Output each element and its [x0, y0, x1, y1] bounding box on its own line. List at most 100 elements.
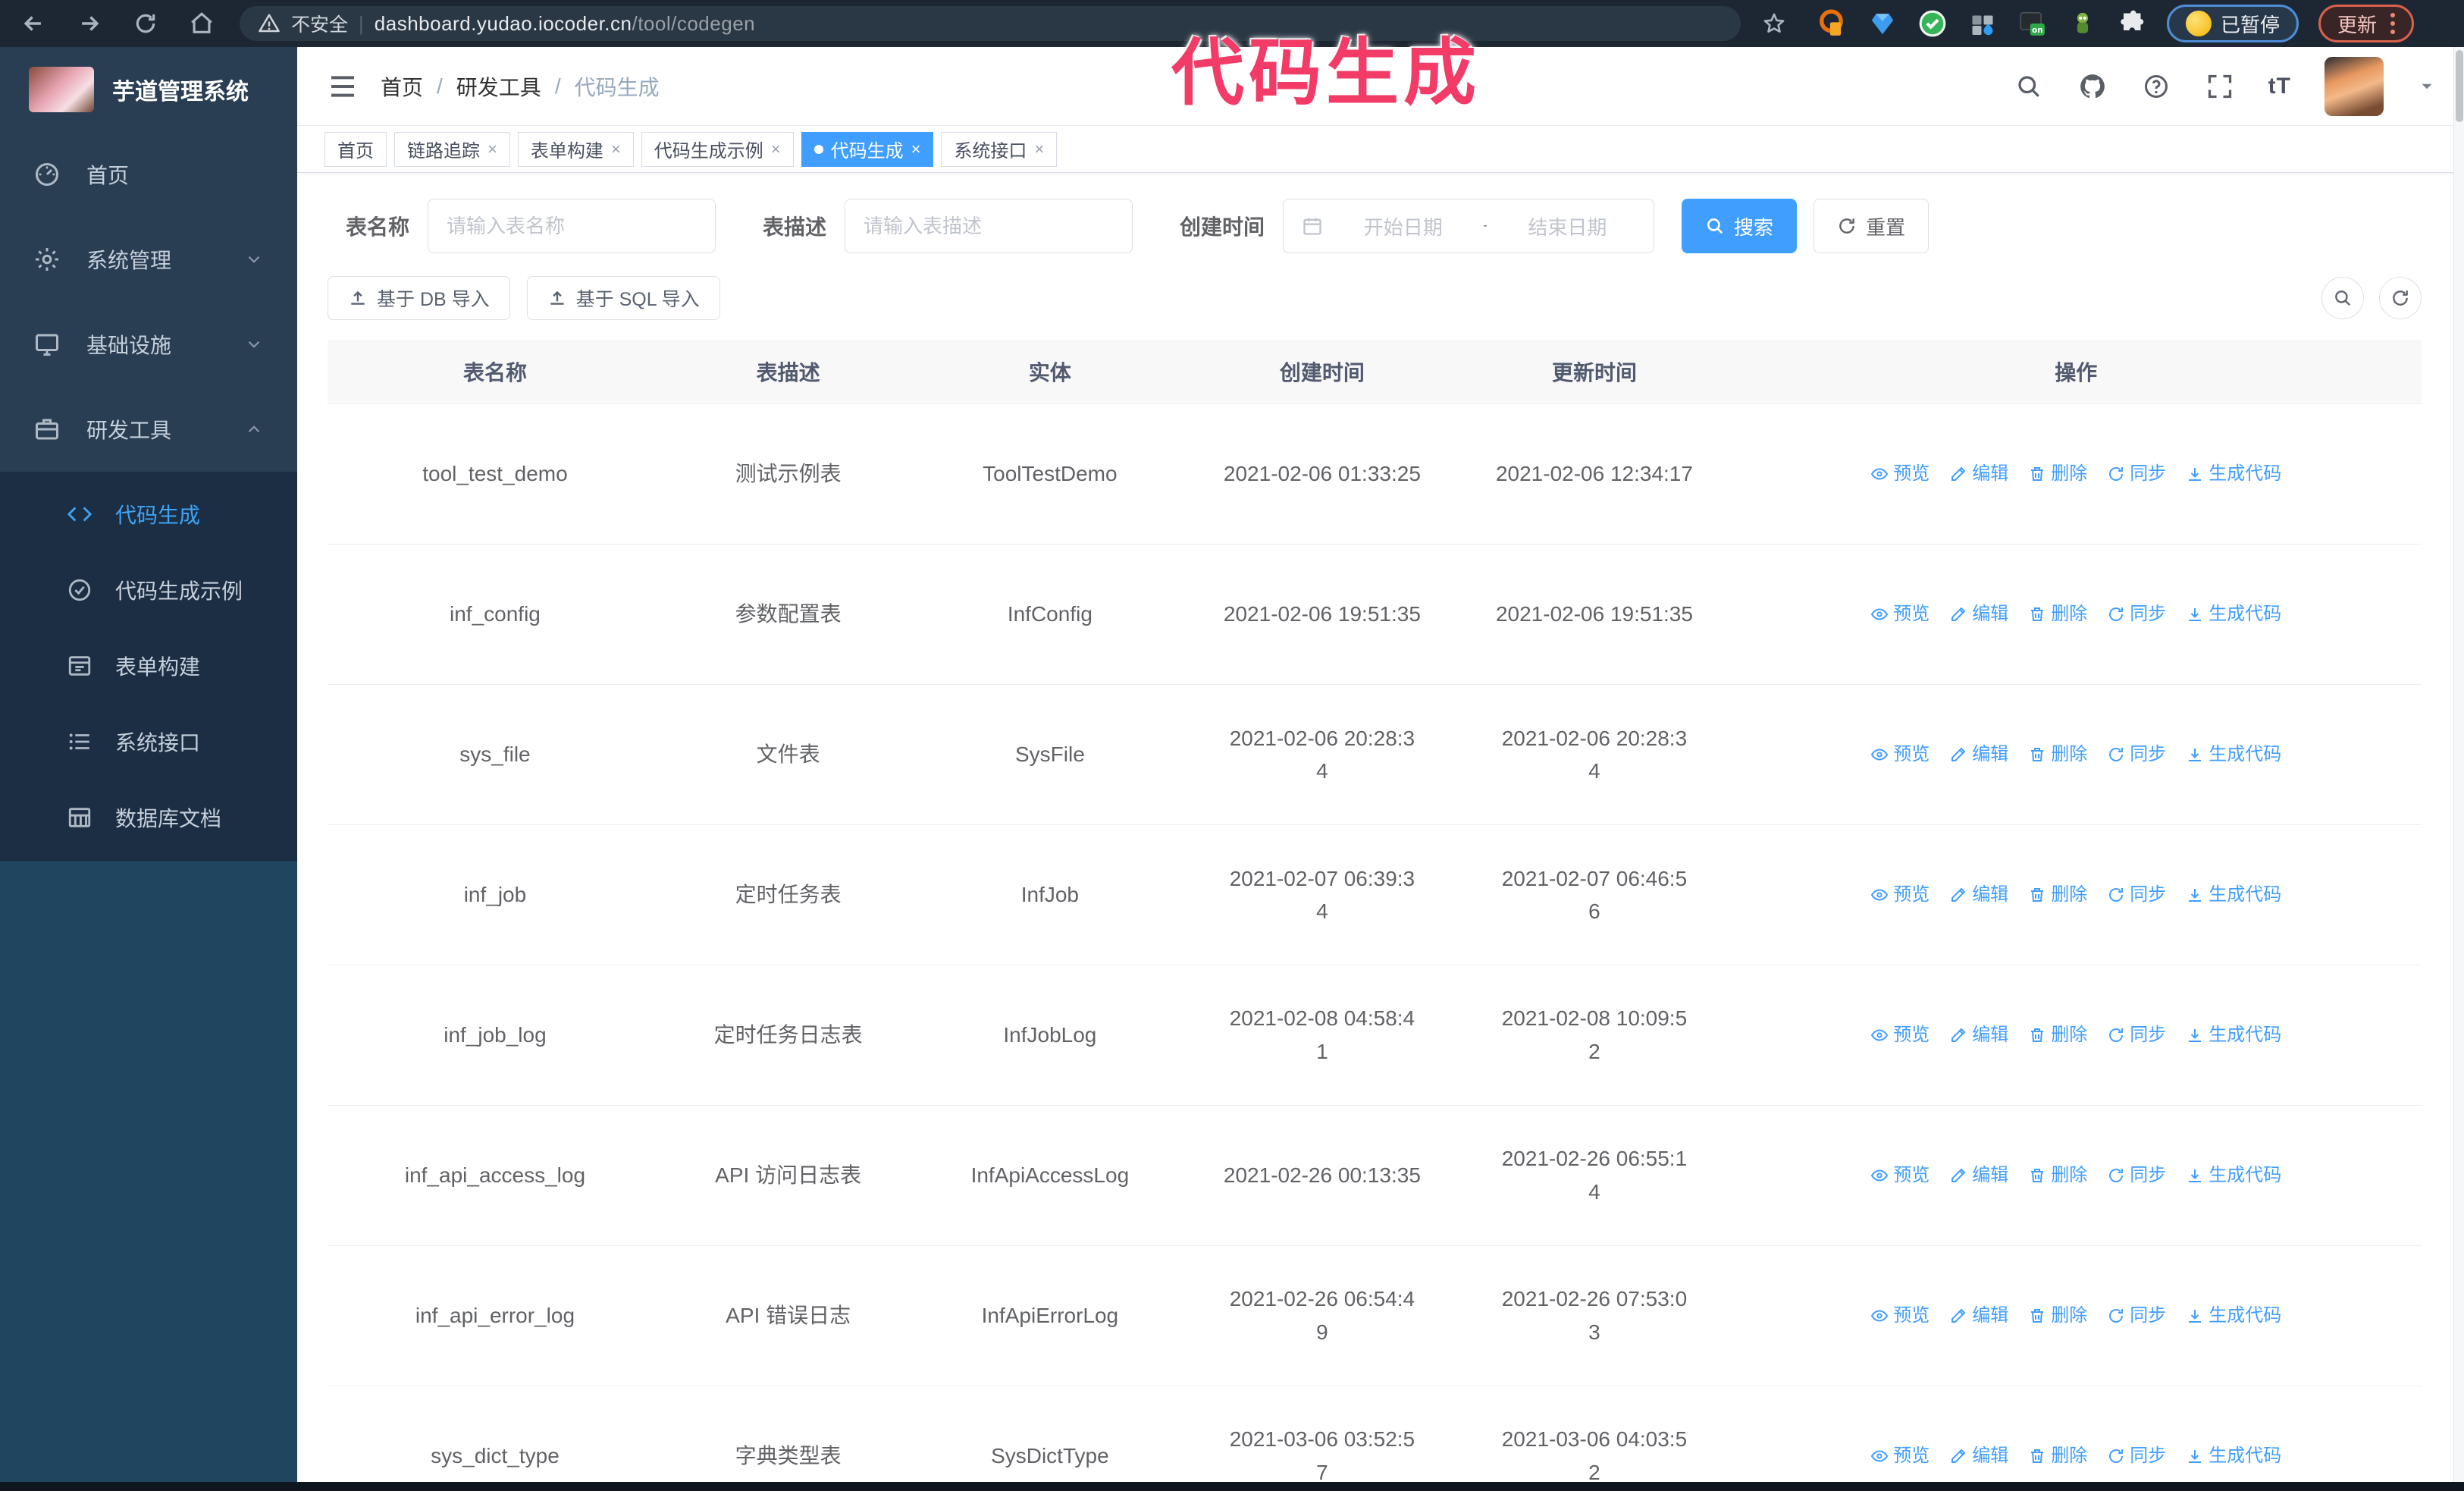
delete-link[interactable]: 删除	[2028, 1021, 2087, 1049]
generate-code-link[interactable]: 生成代码	[2186, 1161, 2281, 1189]
close-icon[interactable]: ×	[911, 140, 921, 158]
forward-icon[interactable]	[71, 5, 108, 42]
browser-update-button[interactable]: 更新	[2318, 5, 2415, 42]
generate-code-link[interactable]: 生成代码	[2186, 740, 2281, 768]
extension-shield-check-icon[interactable]	[1918, 9, 1947, 38]
app-logo[interactable]: 芋道管理系统	[0, 47, 297, 132]
tab-home[interactable]: 首页	[324, 131, 387, 167]
delete-link[interactable]: 删除	[2028, 600, 2087, 628]
github-icon[interactable]	[2077, 71, 2108, 102]
edit-link[interactable]: 编辑	[1949, 1161, 2008, 1189]
edit-link[interactable]: 编辑	[1949, 460, 2008, 488]
delete-link[interactable]: 删除	[2028, 460, 2087, 488]
sync-link[interactable]: 同步	[2107, 1301, 2166, 1329]
sync-link[interactable]: 同步	[2107, 880, 2166, 909]
fullscreen-icon[interactable]	[2205, 71, 2235, 102]
sync-link[interactable]: 同步	[2107, 1161, 2166, 1189]
breadcrumb-home[interactable]: 首页	[381, 71, 423, 102]
extensions-puzzle-icon[interactable]	[2118, 9, 2147, 38]
close-icon[interactable]: ×	[611, 140, 621, 158]
sql-import-button[interactable]: 基于 SQL 导入	[526, 276, 720, 320]
avatar-caret-down-icon[interactable]	[2417, 77, 2437, 96]
close-icon[interactable]: ×	[1034, 140, 1044, 158]
sidebar-item-system[interactable]: 系统管理	[0, 217, 297, 302]
delete-link[interactable]: 删除	[2028, 1161, 2087, 1189]
sidebar-item-devtools[interactable]: 研发工具	[0, 387, 297, 472]
edit-link[interactable]: 编辑	[1949, 1021, 2008, 1049]
edit-link[interactable]: 编辑	[1949, 1442, 2008, 1470]
extension-green-bot-icon[interactable]	[2068, 9, 2097, 38]
delete-link[interactable]: 删除	[2028, 880, 2087, 909]
bookmark-star-icon[interactable]	[1756, 5, 1792, 42]
delete-link[interactable]: 删除	[2028, 1301, 2087, 1329]
table-name-input[interactable]	[447, 214, 698, 238]
tab-codegen[interactable]: 代码生成 ×	[801, 131, 934, 167]
preview-link[interactable]: 预览	[1870, 600, 1930, 628]
preview-link[interactable]: 预览	[1870, 1301, 1930, 1329]
extension-dark-on-icon[interactable]: on	[2018, 9, 2047, 38]
sync-link[interactable]: 同步	[2107, 1442, 2166, 1470]
edit-link[interactable]: 编辑	[1949, 880, 2008, 909]
delete-link[interactable]: 删除	[2028, 1442, 2087, 1470]
tab-codegen-example[interactable]: 代码生成示例 ×	[641, 131, 794, 167]
generate-code-link[interactable]: 生成代码	[2186, 880, 2281, 909]
generate-code-link[interactable]: 生成代码	[2186, 1021, 2281, 1049]
row-actions: 预览 编辑 删除 同步 生成代码	[1738, 880, 2413, 909]
page-scrollbar[interactable]	[2453, 47, 2464, 1482]
tab-tracing[interactable]: 链路追踪 ×	[394, 131, 510, 167]
generate-code-link[interactable]: 生成代码	[2186, 1301, 2281, 1329]
sync-link[interactable]: 同步	[2107, 740, 2166, 768]
sidebar-item-form-builder[interactable]: 表单构建	[0, 628, 297, 704]
sidebar-item-system-api[interactable]: 系统接口	[0, 704, 297, 780]
breadcrumb-devtools[interactable]: 研发工具	[456, 71, 541, 102]
reset-button[interactable]: 重置	[1814, 199, 1930, 253]
generate-code-link[interactable]: 生成代码	[2186, 600, 2281, 628]
scrollbar-thumb[interactable]	[2456, 50, 2463, 122]
preview-link[interactable]: 预览	[1870, 1442, 1930, 1470]
back-icon[interactable]	[15, 5, 52, 42]
sidebar-item-codegen-example[interactable]: 代码生成示例	[0, 552, 297, 628]
edit-link[interactable]: 编辑	[1949, 740, 2008, 768]
sidebar-item-infra[interactable]: 基础设施	[0, 302, 297, 387]
table-desc-input[interactable]	[864, 214, 1114, 238]
close-icon[interactable]: ×	[771, 140, 781, 158]
extension-grid-drop-icon[interactable]	[1968, 9, 1997, 38]
sidebar-item-codegen[interactable]: 代码生成	[0, 476, 297, 552]
home-icon[interactable]	[183, 5, 220, 42]
search-icon[interactable]	[2014, 71, 2044, 102]
sidebar-item-db-doc[interactable]: 数据库文档	[0, 780, 297, 855]
generate-code-link[interactable]: 生成代码	[2186, 1442, 2281, 1470]
preview-link[interactable]: 预览	[1870, 460, 1930, 488]
browser-menu-dots-icon[interactable]	[2390, 13, 2396, 34]
preview-link[interactable]: 预览	[1870, 740, 1930, 768]
tab-system-api[interactable]: 系统接口 ×	[941, 131, 1058, 167]
preview-link[interactable]: 预览	[1870, 1021, 1930, 1049]
extension-gem-icon[interactable]	[1868, 9, 1897, 38]
profile-paused-button[interactable]: 已暂停	[2167, 5, 2299, 42]
sync-link[interactable]: 同步	[2107, 460, 2166, 488]
sync-link[interactable]: 同步	[2107, 600, 2166, 628]
reload-icon[interactable]	[127, 5, 164, 42]
edit-link[interactable]: 编辑	[1949, 1301, 2008, 1329]
sidebar-item-home[interactable]: 首页	[0, 132, 297, 217]
date-range-picker[interactable]: 开始日期 - 结束日期	[1283, 199, 1655, 253]
cell-entity: InfApiAccessLog	[970, 1163, 1130, 1188]
font-size-icon[interactable]: tT	[2268, 74, 2291, 99]
address-bar[interactable]: 不安全 | dashboard.yudao.iocoder.cn/tool/co…	[240, 6, 1741, 41]
preview-link[interactable]: 预览	[1870, 880, 1930, 909]
close-icon[interactable]: ×	[487, 140, 497, 158]
generate-code-link[interactable]: 生成代码	[2186, 460, 2281, 488]
preview-link[interactable]: 预览	[1870, 1161, 1930, 1189]
extension-proxy-icon[interactable]	[1818, 9, 1847, 38]
search-button[interactable]: 搜索	[1682, 199, 1798, 253]
user-avatar[interactable]	[2324, 56, 2384, 116]
edit-link[interactable]: 编辑	[1949, 600, 2008, 628]
help-question-icon[interactable]	[2141, 71, 2171, 102]
sidebar-fold-icon[interactable]	[324, 68, 361, 105]
tab-form-builder[interactable]: 表单构建 ×	[517, 131, 634, 167]
db-import-button[interactable]: 基于 DB 导入	[328, 276, 510, 320]
delete-link[interactable]: 删除	[2028, 740, 2087, 768]
toggle-search-button[interactable]	[2321, 277, 2364, 319]
refresh-table-button[interactable]	[2379, 277, 2422, 319]
sync-link[interactable]: 同步	[2107, 1021, 2166, 1049]
